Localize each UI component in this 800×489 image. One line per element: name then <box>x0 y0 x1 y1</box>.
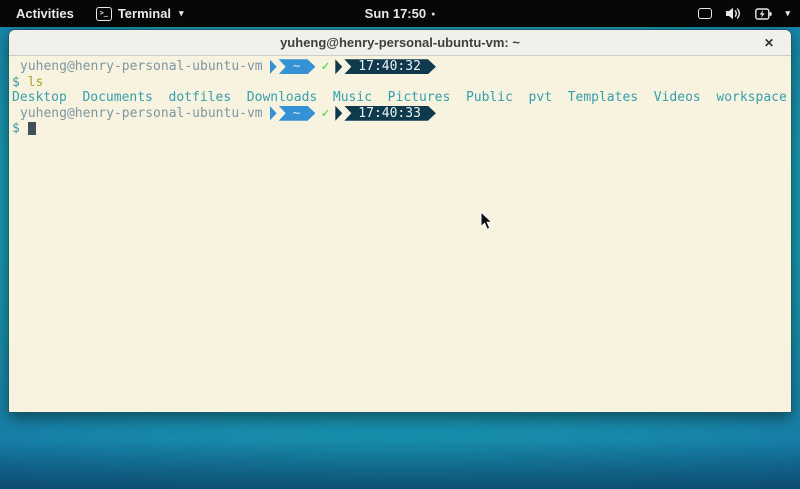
ls-entry: Desktop <box>12 90 67 105</box>
window-title: yuheng@henry-personal-ubuntu-vm: ~ <box>280 35 520 50</box>
prompt-symbol: $ <box>12 121 20 136</box>
powerline-arrow-icon <box>270 59 277 74</box>
system-status-menu[interactable]: ▾ <box>698 0 790 27</box>
terminal-icon: >_ <box>96 7 112 21</box>
input-line: $ <box>12 121 791 137</box>
ls-entry: Videos <box>654 90 701 105</box>
battery-charging-icon <box>755 8 772 20</box>
window-titlebar[interactable]: yuheng@henry-personal-ubuntu-vm: ~ ✕ <box>9 30 791 56</box>
prompt-time: 17:40:32 <box>344 59 436 74</box>
ls-entry: dotfiles <box>169 90 232 105</box>
command-text: ls <box>28 75 44 90</box>
ls-entry: Music <box>333 90 372 105</box>
prompt-user-host: yuheng@henry-personal-ubuntu-vm <box>20 59 263 74</box>
status-check-icon: ✓ <box>321 106 329 121</box>
gnome-top-bar: Activities >_ Terminal ▾ Sun 17:50 ● ▾ <box>0 0 800 27</box>
clock-label[interactable]: Sun 17:50 <box>365 6 426 21</box>
app-menu-terminal[interactable]: >_ Terminal ▾ <box>96 6 184 21</box>
prompt-time-segment: 17:40:33 <box>335 106 436 121</box>
ls-entry: Downloads <box>247 90 317 105</box>
ls-entry: Pictures <box>388 90 451 105</box>
ls-entry: Documents <box>82 90 152 105</box>
ls-output-line: Desktop Documents dotfiles Downloads Mus… <box>12 90 791 106</box>
prompt-cwd: ~ <box>279 106 316 121</box>
powerline-arrow-icon <box>270 106 277 121</box>
mouse-pointer-icon <box>480 211 494 231</box>
status-check-icon: ✓ <box>321 59 329 74</box>
prompt-time-segment: 17:40:32 <box>335 59 436 74</box>
powerline-arrow-icon <box>335 106 342 121</box>
ls-entry: Public <box>466 90 513 105</box>
prompt-cwd-segment: ~ <box>270 59 316 74</box>
ls-entry: Templates <box>568 90 638 105</box>
prompt-line-2: yuheng@henry-personal-ubuntu-vm ~ ✓ 17:4… <box>12 106 791 122</box>
ls-entry: workspace <box>716 90 786 105</box>
close-button[interactable]: ✕ <box>759 33 779 53</box>
display-icon <box>698 8 712 19</box>
prompt-cwd-segment: ~ <box>270 106 316 121</box>
chevron-down-icon: ▾ <box>179 8 184 19</box>
volume-icon <box>725 7 742 20</box>
command-line: $ ls <box>12 75 791 91</box>
chevron-down-icon: ▾ <box>785 8 790 19</box>
activities-button[interactable]: Activities <box>10 4 80 23</box>
prompt-line-1: yuheng@henry-personal-ubuntu-vm ~ ✓ 17:4… <box>12 59 791 75</box>
terminal-window: yuheng@henry-personal-ubuntu-vm: ~ ✕ yuh… <box>8 29 792 413</box>
prompt-user-host: yuheng@henry-personal-ubuntu-vm <box>20 106 263 121</box>
terminal-screen[interactable]: yuheng@henry-personal-ubuntu-vm ~ ✓ 17:4… <box>9 56 791 412</box>
text-cursor <box>28 122 36 135</box>
prompt-symbol: $ <box>12 75 20 90</box>
notification-dot-icon: ● <box>431 11 435 18</box>
prompt-time: 17:40:33 <box>344 106 436 121</box>
prompt-cwd: ~ <box>279 59 316 74</box>
powerline-arrow-icon <box>335 59 342 74</box>
ls-entry: pvt <box>529 90 552 105</box>
app-menu-label: Terminal <box>118 6 171 21</box>
